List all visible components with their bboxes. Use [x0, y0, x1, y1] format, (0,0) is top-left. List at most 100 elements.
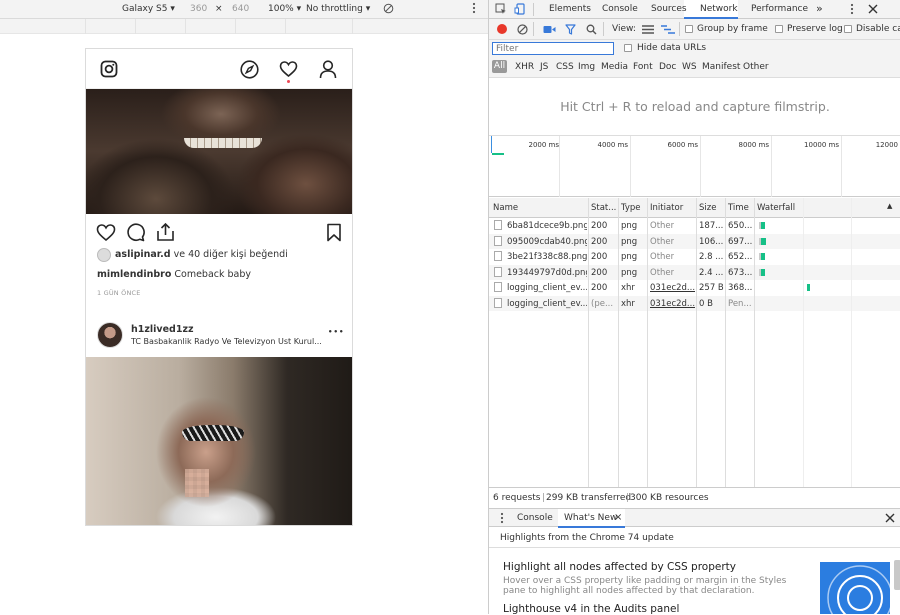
post-image[interactable] [86, 89, 352, 214]
table-row[interactable]: logging_client_ev... 200 xhr 031ec2d... … [489, 280, 900, 296]
network-toolbar: View: Group by frame Preserve log Disabl… [489, 19, 900, 40]
post-image[interactable] [86, 357, 352, 525]
zoom-select[interactable]: 100% ▾ [268, 4, 301, 14]
type-filter-js[interactable]: JS [540, 62, 548, 72]
inspect-element-icon[interactable] [495, 3, 507, 15]
large-rows-icon[interactable] [642, 25, 654, 34]
type-filter-ws[interactable]: WS [682, 62, 697, 72]
post-timestamp[interactable]: 1 GÜN ÖNCE [97, 289, 141, 297]
waterfall-bar [761, 237, 766, 245]
column-header-name[interactable]: Name [493, 203, 518, 213]
type-filter-all[interactable]: All [492, 60, 507, 73]
post-author-username[interactable]: h1zlived1zz [131, 324, 194, 335]
type-filter-media[interactable]: Media [601, 62, 628, 72]
capture-screenshots-icon[interactable] [543, 25, 556, 34]
rotate-icon[interactable] [383, 3, 394, 14]
liker-username[interactable]: aslipinar.d [115, 249, 171, 260]
network-overview[interactable]: 2000 ms 4000 ms 6000 ms 8000 ms 10000 ms… [489, 136, 900, 197]
type-filter-css[interactable]: CSS [556, 62, 574, 72]
dimension-separator: × [215, 4, 223, 14]
post-options-icon[interactable]: ••• [328, 328, 344, 336]
table-row[interactable]: 6ba81dcece9b.png 200 png Other 187... 65… [489, 218, 900, 234]
caption-username[interactable]: mimlendinbro [97, 269, 171, 280]
filter-input[interactable] [492, 42, 614, 55]
toolbar-divider [603, 22, 604, 36]
like-heart-icon[interactable] [96, 223, 116, 242]
table-header: Name Stat... Type Initiator Size Time Wa… [489, 198, 900, 218]
type-filter-img[interactable]: Img [578, 62, 595, 72]
more-tabs-icon[interactable]: » [816, 2, 823, 15]
share-icon[interactable] [156, 222, 175, 242]
table-row[interactable]: 3be21f338c88.png 200 png Other 2.8 ... 6… [489, 249, 900, 265]
whats-new-item-title[interactable]: Highlight all nodes affected by CSS prop… [503, 561, 736, 573]
sort-ascending-icon[interactable]: ▲ [887, 202, 892, 210]
search-icon[interactable] [586, 24, 597, 35]
row-time: 650... [728, 221, 753, 231]
row-initiator-link[interactable]: 031ec2d... [650, 299, 695, 309]
whats-new-item-description: Hover over a CSS property like padding o… [503, 576, 787, 596]
devtools-menu-icon[interactable] [850, 3, 854, 15]
row-size: 187... [699, 221, 724, 231]
row-time: Pen... [728, 298, 752, 309]
filter-funnel-icon[interactable] [565, 24, 576, 35]
type-filter-manifest[interactable]: Manifest [702, 62, 740, 72]
tab-sources[interactable]: Sources [651, 4, 687, 14]
close-tab-icon[interactable]: × [614, 512, 622, 523]
record-icon[interactable] [497, 24, 507, 34]
close-devtools-icon[interactable] [868, 4, 878, 14]
comment-icon[interactable] [126, 223, 145, 242]
close-drawer-icon[interactable] [885, 513, 895, 523]
device-width-input[interactable]: 360 [190, 4, 207, 14]
tab-performance[interactable]: Performance [751, 4, 808, 14]
column-header-initiator[interactable]: Initiator [650, 203, 683, 213]
profile-icon[interactable] [319, 60, 337, 79]
device-select[interactable]: Galaxy S5 ▾ [122, 4, 175, 14]
group-by-frame-checkbox[interactable] [685, 25, 693, 33]
hide-data-urls-checkbox[interactable] [624, 44, 632, 52]
column-header-type[interactable]: Type [621, 203, 641, 213]
table-row[interactable]: 193449797d0d.png 200 png Other 2.4 ... 6… [489, 264, 900, 280]
type-filter-doc[interactable]: Doc [659, 62, 676, 72]
device-more-icon[interactable] [472, 2, 476, 14]
preserve-log-checkbox[interactable] [775, 25, 783, 33]
save-bookmark-icon[interactable] [326, 223, 342, 242]
device-toggle-icon[interactable] [514, 3, 526, 15]
activity-heart-icon[interactable] [279, 60, 298, 79]
row-name: 6ba81dcece9b.png [507, 221, 587, 231]
row-type: xhr [621, 283, 635, 293]
disable-cache-checkbox[interactable] [844, 25, 852, 33]
tab-network[interactable]: Network [700, 4, 738, 14]
file-icon [494, 251, 502, 261]
clear-icon[interactable] [517, 24, 528, 35]
column-header-waterfall[interactable]: Waterfall [757, 203, 795, 213]
column-header-size[interactable]: Size [699, 203, 716, 213]
column-header-time[interactable]: Time [728, 203, 749, 213]
toolbar-divider [679, 22, 680, 36]
row-type: png [621, 236, 638, 247]
post-author-avatar[interactable] [97, 322, 123, 348]
device-height-input[interactable]: 640 [232, 4, 249, 14]
table-row[interactable]: logging_client_ev... (pe... xhr 031ec2d.… [489, 295, 900, 311]
waterfall-overview-icon[interactable] [661, 24, 675, 35]
drawer-scrollbar[interactable] [894, 560, 900, 590]
post-location[interactable]: TC Basbakanlik Radyo Ve Televizyon Ust K… [131, 337, 322, 346]
hide-data-urls-label: Hide data URLs [637, 43, 707, 53]
type-filter-xhr[interactable]: XHR [515, 62, 534, 72]
tab-elements[interactable]: Elements [549, 4, 591, 14]
instagram-logo-icon[interactable] [100, 60, 118, 78]
type-filter-font[interactable]: Font [633, 62, 653, 72]
row-initiator-link[interactable]: 031ec2d... [650, 283, 695, 293]
preserve-log-label: Preserve log [787, 24, 843, 34]
table-row[interactable]: 095009cdab40.png 200 png Other 106... 69… [489, 233, 900, 249]
tab-console[interactable]: Console [602, 4, 638, 14]
liker-avatar[interactable] [97, 248, 111, 262]
row-status: 200 [591, 252, 608, 262]
drawer-tab-console[interactable]: Console [517, 513, 553, 523]
drawer-tab-whats-new[interactable]: What's New [564, 513, 617, 523]
explore-compass-icon[interactable] [240, 60, 259, 79]
column-header-status[interactable]: Stat... [591, 203, 616, 213]
drawer-menu-icon[interactable] [500, 512, 504, 524]
whats-new-item-title[interactable]: Lighthouse v4 in the Audits panel [503, 603, 679, 615]
throttle-select[interactable]: No throttling ▾ [306, 4, 370, 14]
type-filter-other[interactable]: Other [743, 62, 769, 72]
